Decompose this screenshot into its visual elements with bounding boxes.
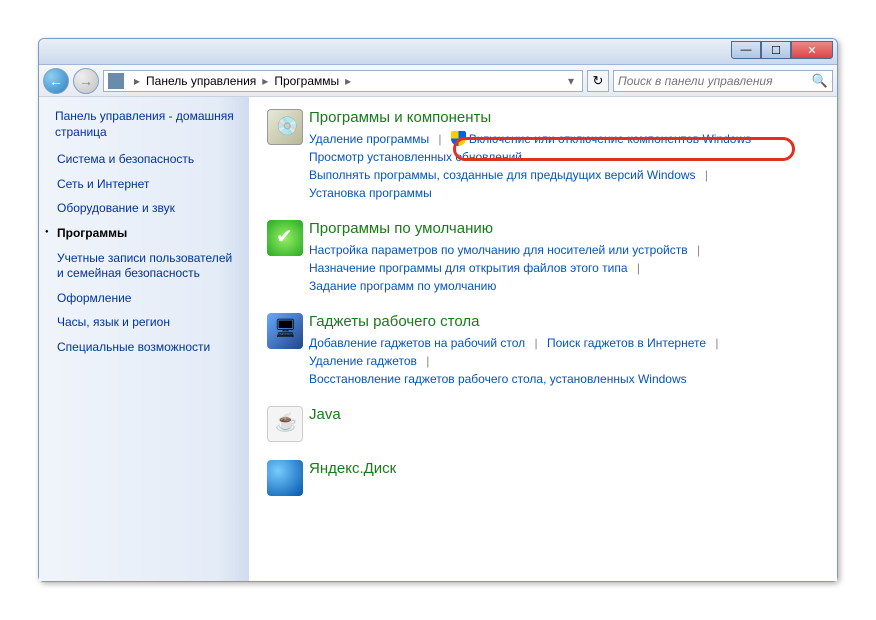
search-input[interactable]	[618, 74, 812, 88]
sidebar-home[interactable]: Панель управления - домашняя страница	[55, 109, 239, 140]
link-media-defaults[interactable]: Настройка параметров по умолчанию для но…	[309, 243, 688, 257]
link-set-defaults[interactable]: Задание программ по умолчанию	[309, 279, 496, 293]
chevron-right-icon: ▸	[134, 74, 140, 88]
link-file-assoc[interactable]: Назначение программы для открытия файлов…	[309, 261, 628, 275]
location-icon	[108, 73, 124, 89]
link-install-program[interactable]: Установка программы	[309, 186, 432, 200]
sidebar-item-network[interactable]: Сеть и Интернет	[55, 177, 239, 193]
separator: |	[705, 168, 708, 182]
address-dropdown-icon[interactable]: ▾	[564, 74, 578, 88]
address-bar[interactable]: ▸ Панель управления ▸ Программы ▸ ▾	[103, 70, 583, 92]
search-box[interactable]: 🔍	[613, 70, 833, 92]
link-view-updates[interactable]: Просмотр установленных обновлений	[309, 150, 522, 164]
sidebar-item-accessibility[interactable]: Специальные возможности	[55, 340, 239, 356]
section-title-yandex[interactable]: Яндекс.Диск	[309, 460, 819, 477]
section-title-gadgets[interactable]: Гаджеты рабочего стола	[309, 313, 819, 330]
back-button[interactable]: ←	[43, 68, 69, 94]
sidebar-item-accounts[interactable]: Учетные записи пользователей и семейная …	[55, 251, 239, 282]
separator: |	[438, 132, 441, 146]
separator: |	[715, 336, 718, 350]
separator: |	[535, 336, 538, 350]
control-panel-window: — ☐ ✕ ← → ▸ Панель управления ▸ Программ…	[38, 38, 838, 582]
sidebar-item-programs[interactable]: Программы	[55, 226, 239, 242]
defaults-icon	[267, 220, 303, 256]
breadcrumb-root[interactable]: Панель управления	[146, 74, 256, 88]
forward-button[interactable]: →	[73, 68, 99, 94]
sidebar-item-hardware[interactable]: Оборудование и звук	[55, 201, 239, 217]
section-title-java[interactable]: Java	[309, 406, 819, 423]
refresh-button[interactable]: ↻	[587, 70, 609, 92]
chevron-right-icon: ▸	[262, 74, 268, 88]
sidebar: Панель управления - домашняя страница Си…	[39, 97, 249, 581]
sidebar-item-system[interactable]: Система и безопасность	[55, 152, 239, 168]
link-remove-gadgets[interactable]: Удаление гаджетов	[309, 354, 417, 368]
section-desktop-gadgets: Гаджеты рабочего стола Добавление гаджет…	[267, 313, 819, 388]
body-area: Панель управления - домашняя страница Си…	[39, 97, 837, 581]
section-yandex-disk: Яндекс.Диск	[267, 460, 819, 496]
link-windows-features[interactable]: Включение или отключение компонентов Win…	[451, 132, 751, 146]
navigation-bar: ← → ▸ Панель управления ▸ Программы ▸ ▾ …	[39, 65, 837, 97]
titlebar: — ☐ ✕	[39, 39, 837, 65]
search-icon[interactable]: 🔍	[812, 73, 828, 89]
link-find-gadgets[interactable]: Поиск гаджетов в Интернете	[547, 336, 706, 350]
breadcrumb-current[interactable]: Программы	[274, 74, 339, 88]
maximize-button[interactable]: ☐	[761, 41, 791, 59]
sidebar-item-appearance[interactable]: Оформление	[55, 291, 239, 307]
shield-icon	[451, 131, 466, 146]
link-add-gadgets[interactable]: Добавление гаджетов на рабочий стол	[309, 336, 525, 350]
sidebar-item-clock[interactable]: Часы, язык и регион	[55, 315, 239, 331]
section-programs-components: Программы и компоненты Удаление программ…	[267, 109, 819, 202]
window-controls: — ☐ ✕	[731, 41, 833, 59]
separator: |	[637, 261, 640, 275]
link-restore-gadgets[interactable]: Восстановление гаджетов рабочего стола, …	[309, 372, 687, 386]
section-default-programs: Программы по умолчанию Настройка парамет…	[267, 220, 819, 295]
section-title-defaults[interactable]: Программы по умолчанию	[309, 220, 819, 237]
yandex-disk-icon	[267, 460, 303, 496]
content-area: Программы и компоненты Удаление программ…	[249, 97, 837, 581]
link-uninstall-program[interactable]: Удаление программы	[309, 132, 429, 146]
link-windows-features-label: Включение или отключение компонентов Win…	[469, 132, 751, 146]
section-java: Java	[267, 406, 819, 442]
gadgets-icon	[267, 313, 303, 349]
link-compat-programs[interactable]: Выполнять программы, созданные для преды…	[309, 168, 696, 182]
section-title-programs[interactable]: Программы и компоненты	[309, 109, 819, 126]
close-button[interactable]: ✕	[791, 41, 833, 59]
separator: |	[426, 354, 429, 368]
separator: |	[697, 243, 700, 257]
java-icon	[267, 406, 303, 442]
programs-icon	[267, 109, 303, 145]
minimize-button[interactable]: —	[731, 41, 761, 59]
chevron-right-icon: ▸	[345, 74, 351, 88]
